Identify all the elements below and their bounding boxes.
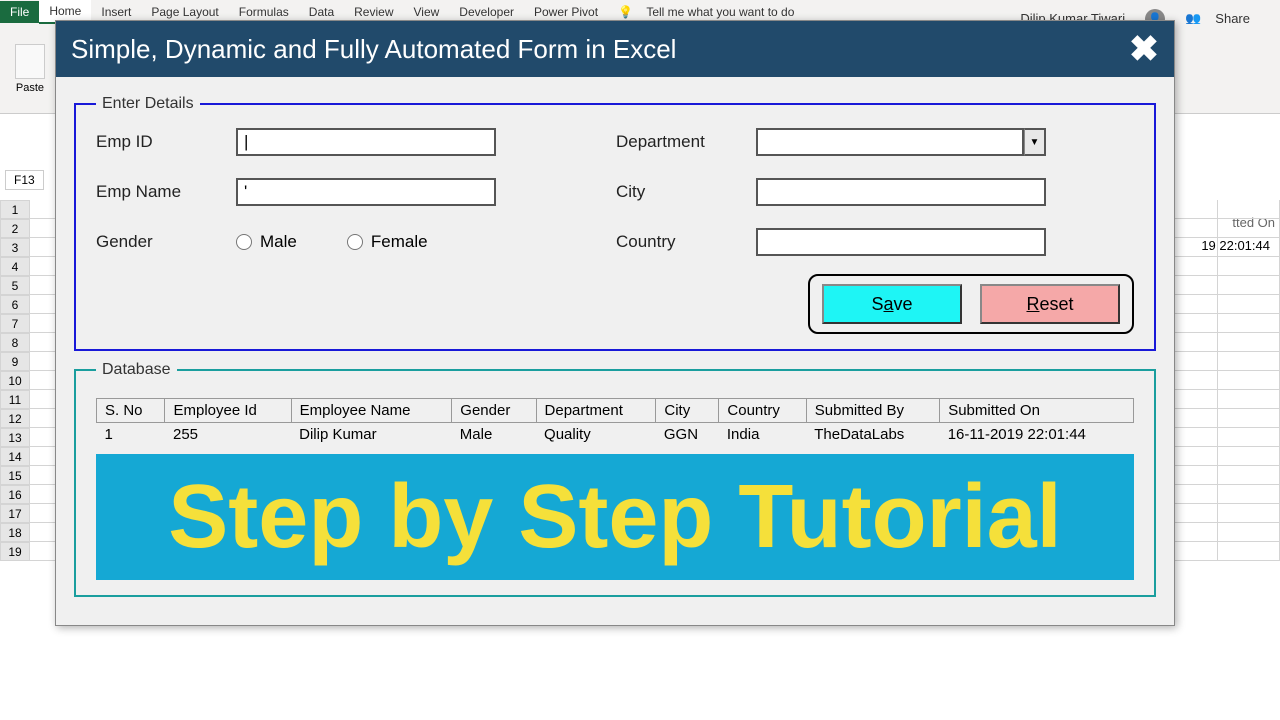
- label-empname: Emp Name: [96, 182, 226, 202]
- table-header: Submitted On: [940, 399, 1134, 423]
- table-header: Employee Name: [291, 399, 452, 423]
- row-headers: 12345678910111213141516171819: [0, 200, 30, 561]
- table-header: City: [656, 399, 719, 423]
- table-header: Submitted By: [806, 399, 939, 423]
- table-header: Employee Id: [165, 399, 291, 423]
- database-legend: Database: [96, 361, 177, 379]
- name-box[interactable]: F13: [5, 170, 44, 190]
- input-city[interactable]: [756, 178, 1046, 206]
- tutorial-banner: Step by Step Tutorial: [96, 454, 1134, 580]
- table-header: Country: [719, 399, 806, 423]
- dialog-title: Simple, Dynamic and Fully Automated Form…: [71, 34, 676, 65]
- table-header: Department: [536, 399, 656, 423]
- input-empid[interactable]: [236, 128, 496, 156]
- reset-button[interactable]: Reset: [980, 284, 1120, 324]
- title-bar: Simple, Dynamic and Fully Automated Form…: [56, 21, 1174, 77]
- label-country: Country: [616, 232, 746, 252]
- combo-department-input[interactable]: [756, 128, 1024, 156]
- label-gender: Gender: [96, 232, 226, 252]
- userform-dialog: Simple, Dynamic and Fully Automated Form…: [55, 20, 1175, 626]
- database-table: S. NoEmployee IdEmployee NameGenderDepar…: [96, 398, 1134, 446]
- radio-male[interactable]: Male: [236, 232, 297, 252]
- table-header: S. No: [97, 399, 165, 423]
- table-header: Gender: [452, 399, 536, 423]
- input-country[interactable]: [756, 228, 1046, 256]
- label-city: City: [616, 182, 746, 202]
- chevron-down-icon[interactable]: [1024, 128, 1046, 156]
- close-icon[interactable]: ✖: [1129, 31, 1159, 67]
- label-empid: Emp ID: [96, 132, 226, 152]
- clipboard-icon: [15, 44, 45, 79]
- table-row[interactable]: 1255Dilip KumarMaleQualityGGNIndiaTheDat…: [97, 423, 1134, 447]
- combo-department[interactable]: [756, 128, 1046, 156]
- enter-details-frame: Enter Details Emp ID Department Emp Name…: [74, 95, 1156, 351]
- database-frame: Database S. NoEmployee IdEmployee NameGe…: [74, 361, 1156, 597]
- enter-details-legend: Enter Details: [96, 95, 200, 113]
- table-header-row: S. NoEmployee IdEmployee NameGenderDepar…: [97, 399, 1134, 423]
- radio-female[interactable]: Female: [347, 232, 428, 252]
- input-empname[interactable]: [236, 178, 496, 206]
- save-button[interactable]: Save: [822, 284, 962, 324]
- button-frame: Save Reset: [808, 274, 1134, 334]
- paste-button[interactable]: Paste: [15, 44, 45, 94]
- tab-file[interactable]: File: [0, 1, 39, 23]
- label-department: Department: [616, 132, 746, 152]
